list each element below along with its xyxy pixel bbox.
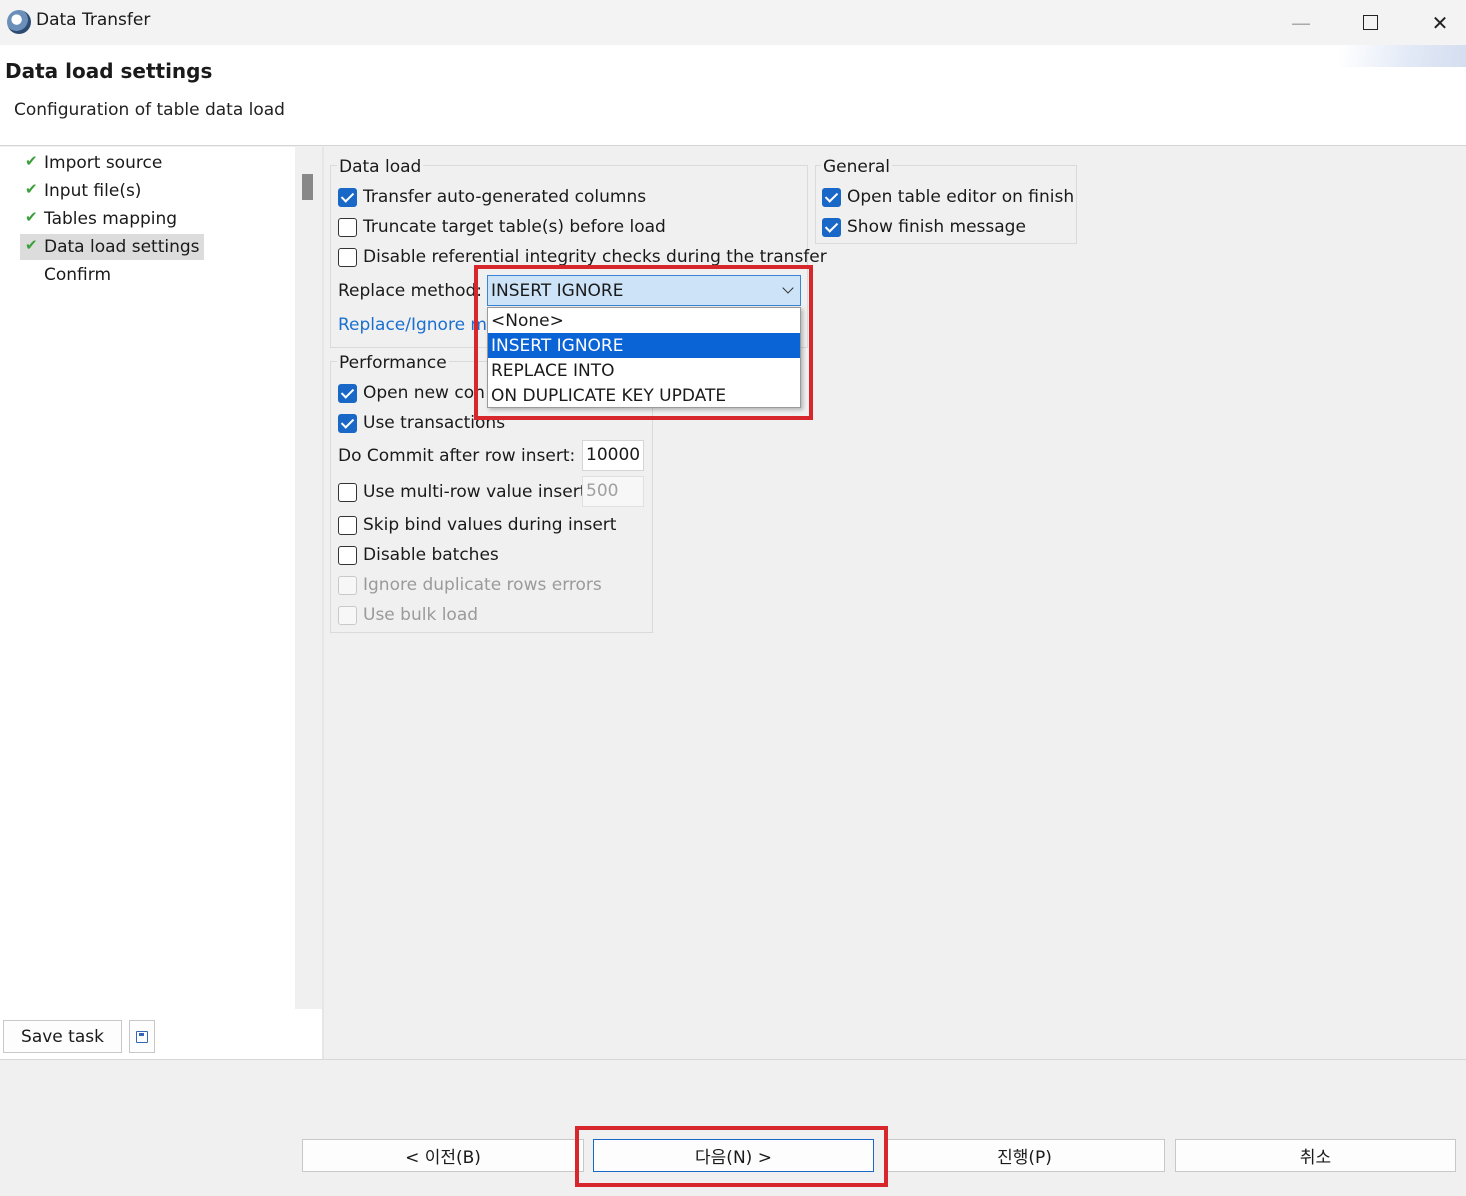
checkbox-checked[interactable] [822, 187, 841, 207]
replace-method-label: Replace method: [338, 281, 483, 301]
checkbox-checked[interactable] [338, 187, 357, 207]
dropdown-option-insert-ignore[interactable]: INSERT IGNORE [488, 333, 800, 358]
replace-method-select[interactable]: INSERT IGNORE [487, 275, 801, 306]
ignore-duplicate-rows-checkbox: Ignore duplicate rows errors [338, 573, 602, 597]
nav-item-label: Input file(s) [44, 181, 142, 201]
check-icon: ✔ [25, 208, 38, 226]
checkbox-unchecked[interactable] [338, 515, 357, 535]
page-subtitle: Configuration of table data load [14, 100, 285, 120]
nav-item-input-files[interactable]: ✔ Input file(s) [20, 178, 145, 204]
replace-method-dropdown: <None> INSERT IGNORE REPLACE INTO ON DUP… [487, 307, 801, 408]
check-icon: ✔ [25, 180, 38, 198]
use-transactions-checkbox[interactable]: Use transactions [338, 411, 505, 435]
check-icon: ✔ [25, 236, 38, 254]
checkbox-label: Open new con [363, 383, 485, 403]
disable-batches-checkbox[interactable]: Disable batches [338, 543, 499, 567]
dropdown-option-replace-into[interactable]: REPLACE INTO [488, 358, 800, 383]
proceed-button[interactable]: 진행(P) [884, 1139, 1165, 1172]
disable-referential-integrity-checkbox[interactable]: Disable referential integrity checks dur… [338, 245, 827, 269]
performance-group-label: Performance [337, 353, 449, 373]
open-new-connection-checkbox[interactable]: Open new con [338, 381, 485, 405]
wizard-header: Data load settings Configuration of tabl… [0, 45, 1466, 146]
nav-item-label: Data load settings [44, 237, 200, 257]
nav-scrollbar[interactable] [295, 147, 322, 1009]
nav-item-tables-mapping[interactable]: ✔ Tables mapping [20, 206, 181, 232]
multi-row-count-input: 500 [582, 476, 644, 507]
dropdown-option-none[interactable]: <None> [488, 308, 800, 333]
general-group-label: General [821, 157, 892, 177]
cancel-button[interactable]: 취소 [1175, 1139, 1456, 1172]
checkbox-checked[interactable] [338, 413, 357, 433]
data-load-group-label: Data load [337, 157, 424, 177]
save-task-icon-button[interactable] [129, 1020, 155, 1053]
commit-after-row-label: Do Commit after row insert: [338, 446, 576, 466]
replace-ignore-help-link[interactable]: Replace/Ignore m [338, 315, 487, 335]
next-button[interactable]: 다음(N) > [593, 1139, 874, 1172]
chevron-down-icon [782, 282, 794, 294]
checkbox-label: Open table editor on finish [847, 187, 1075, 207]
checkbox-label: Use transactions [363, 413, 506, 433]
minimize-button[interactable]: — [1266, 0, 1336, 45]
commit-row-count-input[interactable]: 10000 [582, 440, 644, 471]
close-button[interactable]: ✕ [1405, 0, 1466, 45]
checkbox-label: Disable referential integrity checks dur… [363, 247, 827, 267]
app-icon [7, 10, 31, 34]
nav-item-confirm[interactable]: Confirm [20, 262, 115, 288]
check-icon: ✔ [25, 152, 38, 170]
minimize-icon: — [1291, 10, 1311, 35]
checkbox-unchecked[interactable] [338, 247, 357, 267]
maximize-icon [1362, 15, 1378, 30]
wizard-footer [0, 1059, 1466, 1196]
maximize-button[interactable] [1335, 0, 1405, 45]
title-bar: Data Transfer — ✕ [0, 0, 1466, 45]
checkbox-checked[interactable] [338, 383, 357, 403]
nav-item-label: Tables mapping [44, 209, 178, 229]
checkbox-label: Use bulk load [363, 605, 479, 625]
skip-bind-values-checkbox[interactable]: Skip bind values during insert [338, 513, 616, 537]
checkbox-label: Use multi-row value insert [363, 482, 587, 502]
save-icon [136, 1030, 148, 1043]
checkbox-label: Ignore duplicate rows errors [363, 575, 602, 595]
nav-item-label: Import source [44, 153, 163, 173]
show-finish-message-checkbox[interactable]: Show finish message [822, 215, 1026, 239]
checkbox-label: Skip bind values during insert [363, 515, 617, 535]
use-bulk-load-checkbox: Use bulk load [338, 603, 478, 627]
transfer-auto-generated-checkbox[interactable]: Transfer auto-generated columns [338, 185, 646, 209]
nav-scrollbar-thumb[interactable] [302, 174, 313, 200]
multi-row-insert-checkbox[interactable]: Use multi-row value insert [338, 480, 586, 504]
header-banner-decoration [1326, 45, 1466, 67]
checkbox-disabled [338, 605, 357, 625]
checkbox-label: Disable batches [363, 545, 499, 565]
replace-method-value: INSERT IGNORE [491, 280, 624, 301]
window-title: Data Transfer [36, 10, 151, 30]
page-title: Data load settings [5, 59, 213, 83]
nav-item-label: Confirm [44, 265, 112, 285]
checkbox-label: Transfer auto-generated columns [363, 187, 647, 207]
nav-item-import-source[interactable]: ✔ Import source [20, 150, 166, 176]
open-table-editor-checkbox[interactable]: Open table editor on finish [822, 185, 1074, 209]
back-button[interactable]: < 이전(B) [302, 1139, 584, 1172]
checkbox-unchecked[interactable] [338, 482, 357, 502]
checkbox-checked[interactable] [822, 217, 841, 237]
close-icon: ✕ [1431, 10, 1449, 35]
checkbox-label: Show finish message [847, 217, 1026, 237]
save-task-button[interactable]: Save task [3, 1020, 122, 1053]
checkbox-disabled [338, 575, 357, 595]
checkbox-unchecked[interactable] [338, 545, 357, 565]
truncate-target-checkbox[interactable]: Truncate target table(s) before load [338, 215, 666, 239]
checkbox-unchecked[interactable] [338, 217, 357, 237]
nav-item-data-load-settings[interactable]: ✔ Data load settings [20, 234, 204, 260]
checkbox-label: Truncate target table(s) before load [363, 217, 666, 237]
dropdown-option-on-duplicate-key-update[interactable]: ON DUPLICATE KEY UPDATE [488, 383, 800, 408]
